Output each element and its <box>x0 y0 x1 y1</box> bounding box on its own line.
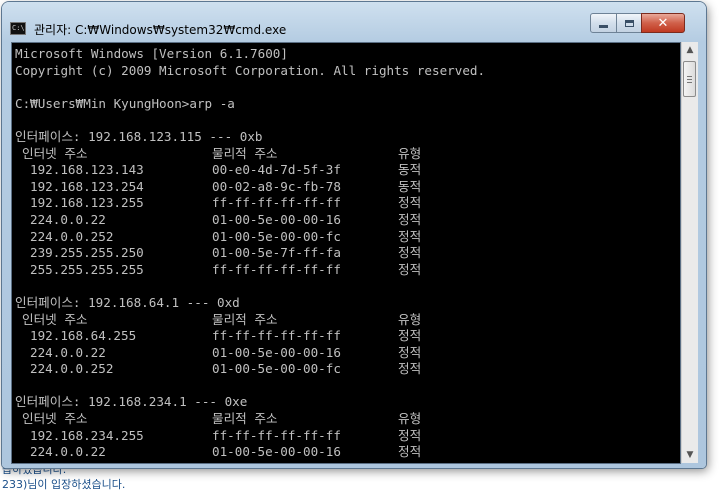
arp-entry-type: 정적 <box>398 427 422 443</box>
arp-ip-address: 192.168.123.254 <box>30 178 144 194</box>
minimize-button[interactable] <box>590 13 617 33</box>
arp-ip-address: 224.0.0.22 <box>30 211 106 227</box>
arp-mac-address: 00-02-a8-9c-fb-78 <box>212 178 341 194</box>
arp-mac-address: 01-00-5e-00-00-fc <box>212 361 341 377</box>
arp-entry-row: 224.0.0.252 01-00-5e-00-00-fc 정적 <box>15 361 680 378</box>
maximize-icon <box>624 19 634 27</box>
close-button[interactable]: ✕ <box>641 13 685 33</box>
arp-mac-address: ff-ff-ff-ff-ff-ff <box>212 261 341 277</box>
interface-heading: 인터페이스: 192.168.64.1 --- 0xd <box>15 294 240 310</box>
arp-entry-type: 정적 <box>398 344 422 360</box>
arp-entry-row: 192.168.234.255 ff-ff-ff-ff-ff-ff 정적 <box>15 428 680 445</box>
arp-entry-type: 정적 <box>398 228 422 244</box>
arp-mac-address: ff-ff-ff-ff-ff-ff <box>212 427 341 443</box>
arp-mac-address: ff-ff-ff-ff-ff-ff <box>212 195 341 211</box>
arp-ip-address: 192.168.64.255 <box>30 328 137 344</box>
arp-entry-row: 224.0.0.22 01-00-5e-00-00-16 정적 <box>15 444 680 461</box>
arp-mac-address: ff-ff-ff-ff-ff-ff <box>212 328 341 344</box>
maximize-button[interactable] <box>616 13 642 33</box>
column-header-mac: 물리적 주소 <box>212 145 278 161</box>
arp-ip-address: 255.255.255.255 <box>30 261 144 277</box>
arp-entry-type: 동적 <box>398 162 422 178</box>
console-output: Microsoft Windows [Version 6.1.7600] Copy… <box>15 46 680 461</box>
interface-heading: 인터페이스: 192.168.234.1 --- 0xe <box>15 394 248 410</box>
arp-entry-type: 정적 <box>398 361 422 377</box>
minimize-icon <box>599 24 608 28</box>
scroll-up-arrow-icon[interactable]: ▲ <box>682 42 698 58</box>
arp-ip-address: 224.0.0.252 <box>30 361 114 377</box>
arp-ip-address: 224.0.0.252 <box>30 228 114 244</box>
console-window-icon[interactable]: C:\ <box>10 22 26 35</box>
console-line: C:₩Users₩Min KyungHoon>arp -a <box>15 95 235 111</box>
column-header-ip: 인터넷 주소 <box>22 311 88 327</box>
arp-entry-row: 239.255.255.250 01-00-5e-7f-ff-fa 정적 <box>15 245 680 262</box>
arp-entry-type: 정적 <box>398 261 422 277</box>
arp-ip-address: 192.168.234.255 <box>30 427 144 443</box>
scroll-thumb[interactable] <box>683 61 696 97</box>
vertical-scrollbar[interactable]: ▲ ▼ <box>681 42 698 463</box>
scroll-down-arrow-icon[interactable]: ▼ <box>682 447 698 463</box>
arp-mac-address: 01-00-5e-00-00-16 <box>212 344 341 360</box>
column-header-row: 인터넷 주소 물리적 주소 유형 <box>15 312 680 329</box>
arp-entry-type: 정적 <box>398 328 422 344</box>
arp-ip-address: 192.168.123.255 <box>30 195 144 211</box>
arp-entry-row: 224.0.0.22 01-00-5e-00-00-16 정적 <box>15 345 680 362</box>
column-header-type: 유형 <box>398 411 422 427</box>
arp-ip-address: 192.168.123.143 <box>30 162 144 178</box>
window-title: 관리자: C:₩Windows₩system32₩cmd.exe <box>34 23 287 37</box>
column-header-row: 인터넷 주소 물리적 주소 유형 <box>15 411 680 428</box>
column-header-type: 유형 <box>398 145 422 161</box>
arp-ip-address: 224.0.0.22 <box>30 344 106 360</box>
column-header-ip: 인터넷 주소 <box>22 145 88 161</box>
console-line: Microsoft Windows [Version 6.1.7600] <box>15 46 288 61</box>
background-chat-line: 233)님이 입장하셨습니다. <box>2 478 126 491</box>
column-header-mac: 물리적 주소 <box>212 311 278 327</box>
arp-mac-address: 01-00-5e-00-00-16 <box>212 444 341 460</box>
arp-mac-address: 01-00-5e-00-00-fc <box>212 228 341 244</box>
column-header-ip: 인터넷 주소 <box>22 411 88 427</box>
arp-mac-address: 01-00-5e-00-00-16 <box>212 211 341 227</box>
arp-entry-row: 255.255.255.255 ff-ff-ff-ff-ff-ff 정적 <box>15 262 680 279</box>
arp-entry-row: 192.168.123.143 00-e0-4d-7d-5f-3f 동적 <box>15 162 680 179</box>
arp-ip-address: 224.0.0.22 <box>30 444 106 460</box>
arp-entry-type: 동적 <box>398 178 422 194</box>
arp-entry-type: 정적 <box>398 245 422 261</box>
arp-entry-type: 정적 <box>398 211 422 227</box>
arp-entry-type: 정적 <box>398 195 422 211</box>
arp-entry-row: 192.168.123.254 00-02-a8-9c-fb-78 동적 <box>15 179 680 196</box>
column-header-type: 유형 <box>398 311 422 327</box>
arp-entry-row: 192.168.64.255 ff-ff-ff-ff-ff-ff 정적 <box>15 328 680 345</box>
arp-entry-row: 224.0.0.22 01-00-5e-00-00-16 정적 <box>15 212 680 229</box>
title-bar[interactable]: C:\ 관리자: C:₩Windows₩system32₩cmd.exe ✕ <box>2 2 706 42</box>
arp-entry-row: 224.0.0.252 01-00-5e-00-00-fc 정적 <box>15 229 680 246</box>
cmd-window: C:\ 관리자: C:₩Windows₩system32₩cmd.exe ✕ M… <box>2 2 706 468</box>
arp-ip-address: 239.255.255.250 <box>30 245 144 261</box>
console-area[interactable]: Microsoft Windows [Version 6.1.7600] Copy… <box>11 42 681 464</box>
column-header-row: 인터넷 주소 물리적 주소 유형 <box>15 146 680 163</box>
close-icon: ✕ <box>657 15 669 31</box>
arp-mac-address: 00-e0-4d-7d-5f-3f <box>212 162 341 178</box>
arp-entry-type: 정적 <box>398 444 422 460</box>
console-line: Copyright (c) 2009 Microsoft Corporation… <box>15 62 486 78</box>
arp-entry-row: 192.168.123.255 ff-ff-ff-ff-ff-ff 정적 <box>15 195 680 212</box>
arp-mac-address: 01-00-5e-7f-ff-fa <box>212 245 341 261</box>
interface-heading: 인터페이스: 192.168.123.115 --- 0xb <box>15 128 263 144</box>
column-header-mac: 물리적 주소 <box>212 411 278 427</box>
